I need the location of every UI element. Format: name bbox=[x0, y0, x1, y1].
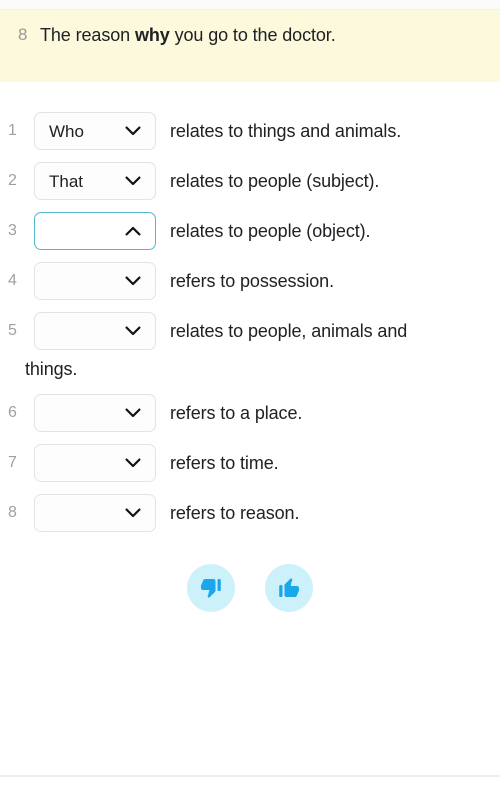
prompt-text: The reason why you go to the doctor. bbox=[40, 22, 336, 48]
answer-dropdown-value: That bbox=[49, 171, 84, 191]
row-description: refers to time. bbox=[170, 453, 279, 473]
row-number: 2 bbox=[8, 172, 17, 189]
chevron-down-icon bbox=[125, 176, 141, 186]
answer-dropdown[interactable]: That bbox=[34, 162, 156, 200]
prompt-text-bold: why bbox=[134, 25, 170, 45]
answer-dropdown[interactable] bbox=[34, 212, 156, 250]
answer-dropdown[interactable] bbox=[34, 494, 156, 532]
exercise-row: 3 relates to people (object). bbox=[0, 206, 490, 250]
exercise-card: 1 Who relates to things and animals. 2 That r… bbox=[0, 82, 500, 775]
prompt-banner: 8 The reason why you go to the doctor. bbox=[0, 10, 500, 82]
row-number: 5 bbox=[8, 322, 17, 339]
thumbs-up-button[interactable] bbox=[265, 564, 313, 612]
prompt-row: 8 The reason why you go to the doctor. bbox=[0, 10, 500, 48]
row-description-continuation: things. bbox=[25, 359, 78, 379]
answer-dropdown[interactable] bbox=[34, 394, 156, 432]
page-bottom-area bbox=[0, 777, 500, 793]
row-number: 7 bbox=[8, 454, 17, 471]
thumbs-down-icon bbox=[199, 576, 223, 600]
chevron-down-icon bbox=[125, 276, 141, 286]
row-number: 1 bbox=[8, 122, 17, 139]
chevron-up-icon bbox=[125, 226, 141, 236]
exercise-row: 1 Who relates to things and animals. bbox=[0, 106, 490, 150]
prompt-text-after: you go to the doctor. bbox=[169, 25, 336, 45]
thumbs-up-icon bbox=[277, 576, 301, 600]
chevron-down-icon bbox=[125, 126, 141, 136]
answer-dropdown-value: Who bbox=[49, 121, 84, 141]
answer-dropdown[interactable]: Who bbox=[34, 112, 156, 150]
row-number: 3 bbox=[8, 222, 17, 239]
row-description: relates to people (object). bbox=[170, 221, 371, 241]
row-description: relates to people (subject). bbox=[170, 171, 380, 191]
thumbs-down-button[interactable] bbox=[187, 564, 235, 612]
row-description: relates to people, animals and bbox=[170, 321, 408, 341]
exercise-row: 5 relates to people, animals and things. bbox=[0, 306, 490, 382]
exercise-row: 4 refers to possession. bbox=[0, 256, 490, 300]
chevron-down-icon bbox=[125, 408, 141, 418]
row-description: refers to reason. bbox=[170, 503, 300, 523]
row-description: relates to things and animals. bbox=[170, 121, 402, 141]
row-number: 8 bbox=[8, 504, 17, 521]
row-number: 4 bbox=[8, 272, 17, 289]
exercise-row: 6 refers to a place. bbox=[0, 388, 490, 432]
feedback-buttons bbox=[0, 564, 500, 612]
answer-dropdown[interactable] bbox=[34, 262, 156, 300]
row-description: refers to possession. bbox=[170, 271, 334, 291]
row-number: 6 bbox=[8, 404, 17, 421]
exercise-row: 2 That relates to people (subject). bbox=[0, 156, 490, 200]
row-description: refers to a place. bbox=[170, 403, 303, 423]
prompt-text-before: The reason bbox=[40, 25, 135, 45]
exercise-row: 7 refers to time. bbox=[0, 438, 490, 482]
exercise-screen: 8 The reason why you go to the doctor. 1… bbox=[0, 0, 500, 793]
top-divider-strip bbox=[0, 0, 500, 10]
answer-dropdown[interactable] bbox=[34, 444, 156, 482]
prompt-number: 8 bbox=[18, 25, 28, 44]
exercise-rows: 1 Who relates to things and animals. 2 That r… bbox=[0, 106, 500, 532]
exercise-row: 8 refers to reason. bbox=[0, 488, 490, 532]
answer-dropdown[interactable] bbox=[34, 312, 156, 350]
chevron-down-icon bbox=[125, 458, 141, 468]
chevron-down-icon bbox=[125, 326, 141, 336]
chevron-down-icon bbox=[125, 508, 141, 518]
